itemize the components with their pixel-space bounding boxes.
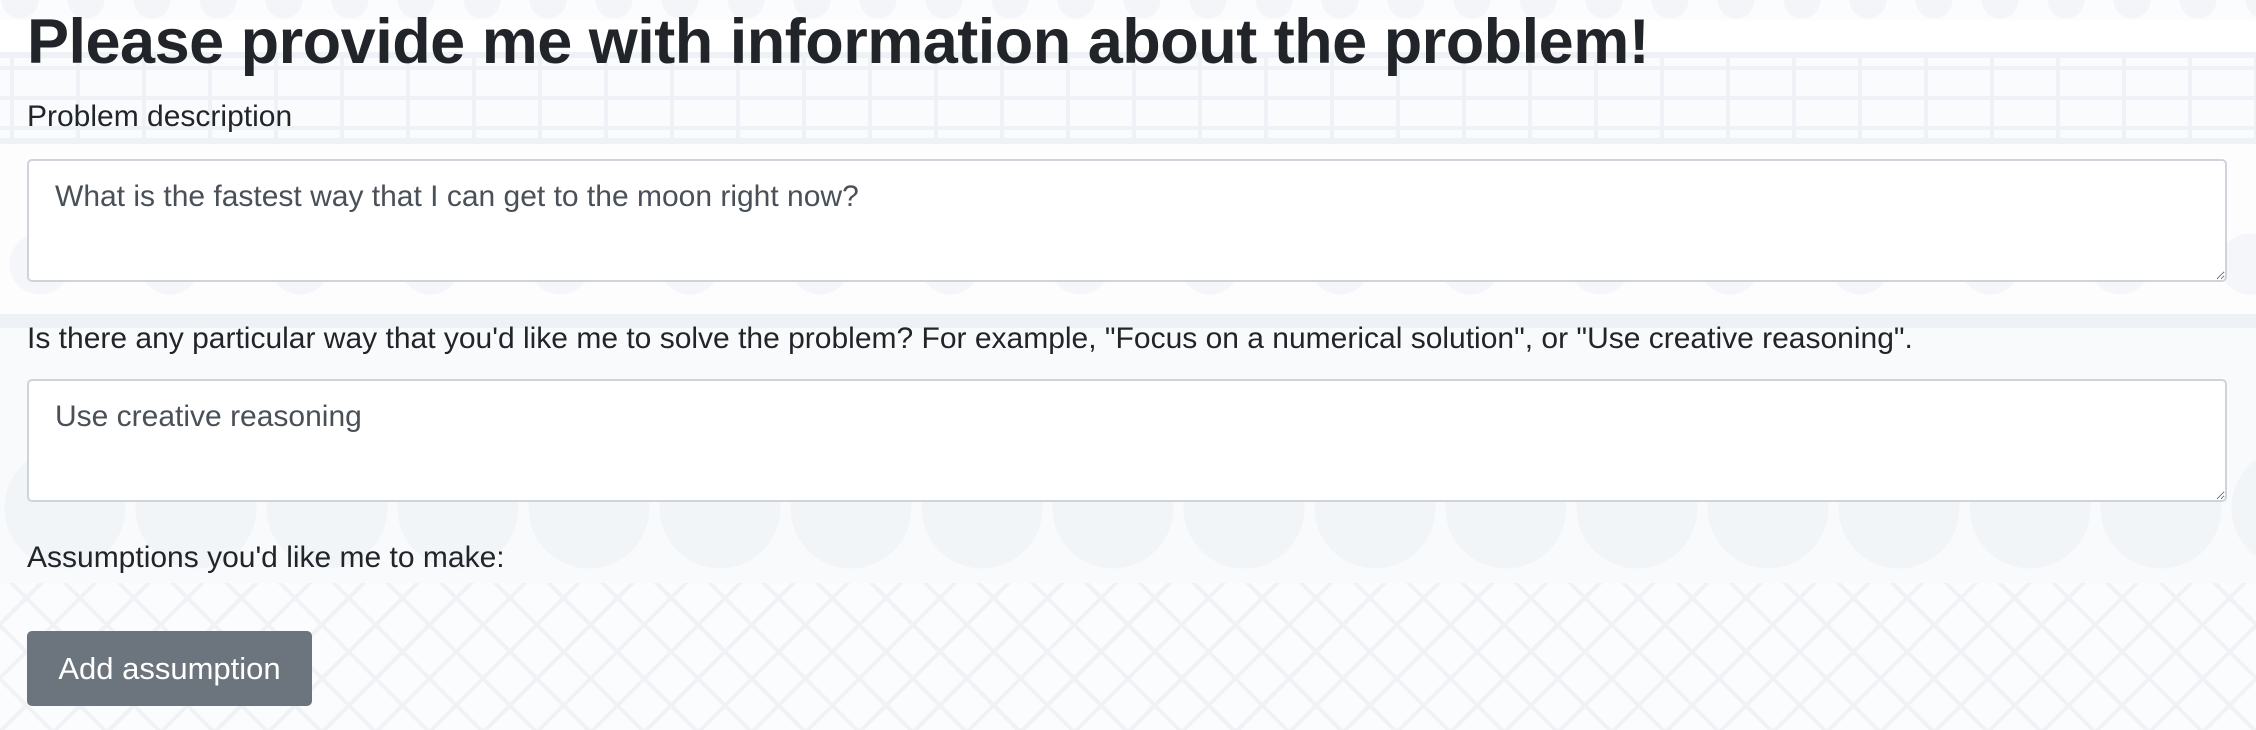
assumptions-label: Assumptions you'd like me to make: bbox=[27, 541, 505, 574]
add-assumption-button[interactable]: Add assumption bbox=[27, 631, 312, 706]
page-title: Please provide me with information about… bbox=[27, 7, 1650, 77]
solve-method-textarea[interactable]: Use creative reasoning bbox=[27, 379, 2227, 502]
problem-description-textarea[interactable]: What is the fastest way that I can get t… bbox=[27, 159, 2227, 282]
problem-description-label: Problem description bbox=[27, 100, 293, 133]
background-pattern-diamonds bbox=[0, 583, 2256, 730]
solve-method-label: Is there any particular way that you'd l… bbox=[27, 322, 1913, 355]
